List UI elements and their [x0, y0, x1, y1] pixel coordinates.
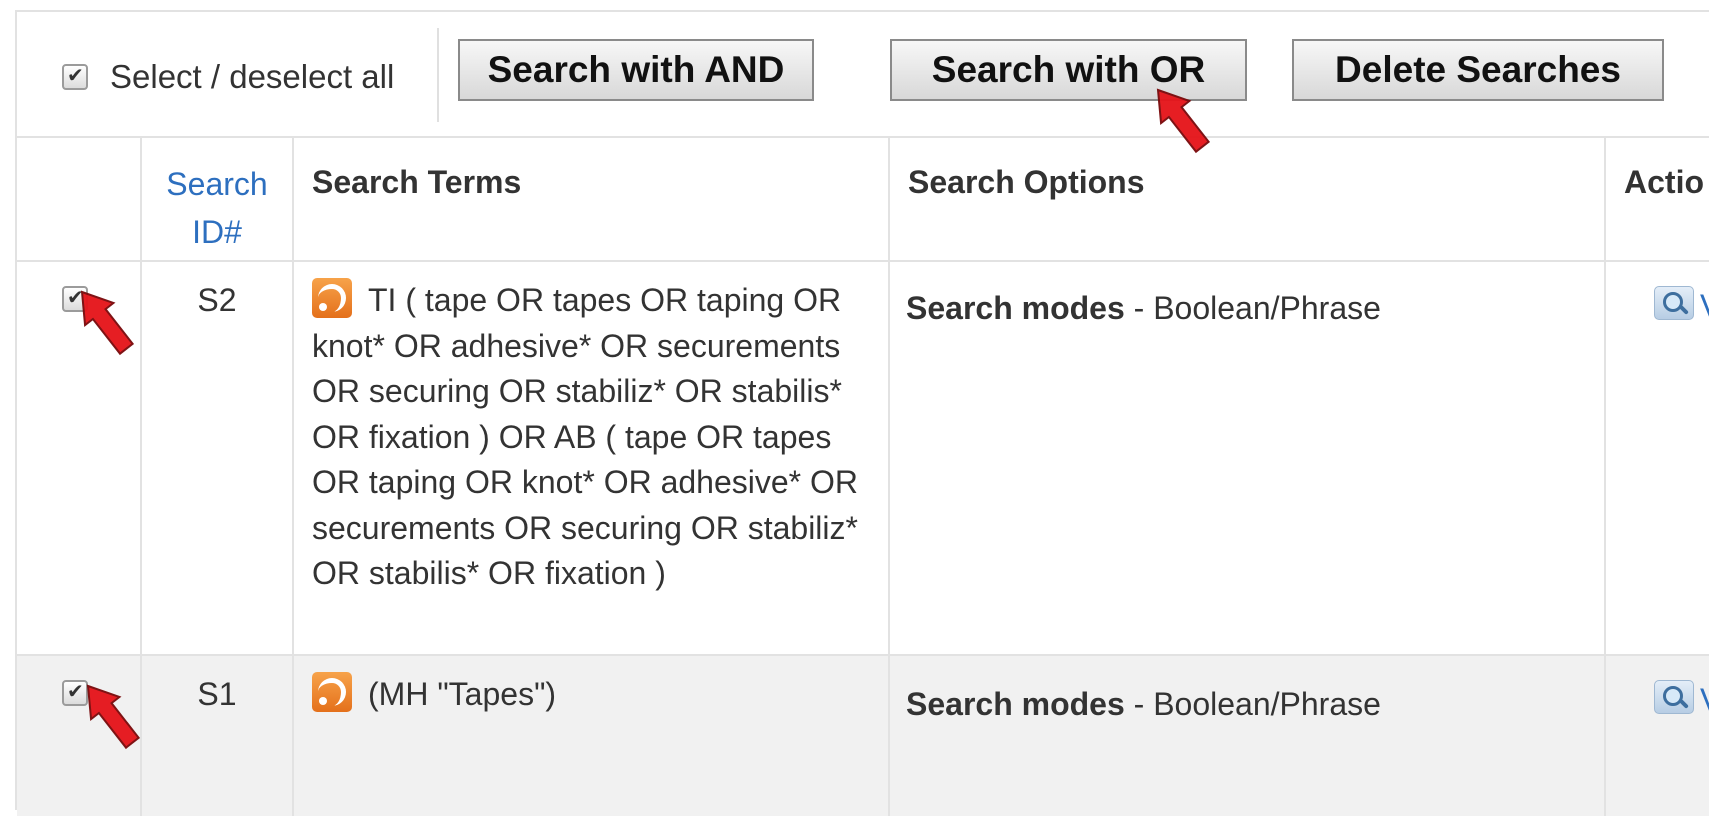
select-all-label[interactable]: Select / deselect all	[110, 58, 394, 96]
row-id-cell: S2	[142, 262, 294, 654]
header-search-options: Search Options	[890, 138, 1606, 262]
header-actions: Actio	[1606, 138, 1709, 262]
magnifier-icon[interactable]	[1654, 286, 1694, 320]
row-terms-cell: (MH "Tapes")	[294, 656, 890, 816]
search-terms-heading: Search Terms	[312, 164, 522, 200]
select-all-checkbox[interactable]	[62, 63, 88, 90]
search-history-toolbar: Select / deselect all Search with AND Se…	[17, 12, 1709, 138]
search-id-sort-link[interactable]: Search ID#	[142, 138, 292, 256]
rss-icon[interactable]	[312, 672, 352, 712]
search-options-heading: Search Options	[908, 164, 1145, 200]
row-terms-text: TI ( tape OR tapes OR taping OR knot* OR…	[312, 282, 859, 591]
row-terms-cell: TI ( tape OR tapes OR taping OR knot* OR…	[294, 262, 890, 654]
search-id-label-line2[interactable]: ID#	[192, 214, 242, 250]
actions-heading: Actio	[1624, 164, 1704, 200]
row-options-cell: Search modes - Boolean/Phrase	[890, 262, 1606, 654]
toolbar-divider	[437, 28, 439, 122]
row-options-cell: Search modes - Boolean/Phrase	[890, 656, 1606, 816]
header-search-terms: Search Terms	[294, 138, 890, 262]
search-modes-value: - Boolean/Phrase	[1124, 290, 1381, 326]
table-row: S1 (MH "Tapes") Search modes - Boolean/P…	[17, 656, 1709, 816]
search-modes-value: - Boolean/Phrase	[1124, 686, 1381, 722]
search-with-and-button[interactable]: Search with AND	[458, 39, 814, 101]
red-arrow-pointer-icon	[1156, 88, 1211, 154]
table-row: S2 TI ( tape OR tapes OR taping OR knot*…	[17, 262, 1709, 656]
rss-icon[interactable]	[312, 278, 352, 318]
select-all-control[interactable]: Select / deselect all	[62, 58, 394, 96]
red-arrow-pointer-icon	[86, 684, 141, 750]
delete-searches-button[interactable]: Delete Searches	[1292, 39, 1664, 101]
row-search-id: S2	[197, 282, 237, 318]
red-arrow-pointer-icon	[80, 290, 135, 356]
search-modes-label: Search modes	[906, 290, 1125, 326]
row-terms-text: (MH "Tapes")	[368, 676, 557, 712]
row-actions-cell: V	[1606, 656, 1709, 816]
row-checkbox[interactable]	[62, 679, 88, 706]
search-id-label-line1[interactable]: Search	[166, 166, 267, 202]
view-results-link[interactable]: V	[1700, 288, 1709, 325]
header-checkbox-column	[17, 138, 142, 262]
header-search-id[interactable]: Search ID#	[142, 138, 294, 262]
row-terms: TI ( tape OR tapes OR taping OR knot* OR…	[312, 278, 872, 597]
row-options: Search modes - Boolean/Phrase	[906, 290, 1381, 327]
row-terms: (MH "Tapes")	[312, 672, 872, 718]
search-history-panel: Select / deselect all Search with AND Se…	[15, 10, 1709, 816]
search-modes-label: Search modes	[906, 686, 1125, 722]
row-actions-cell: V	[1606, 262, 1709, 654]
view-results-link[interactable]: V	[1700, 682, 1709, 719]
row-options: Search modes - Boolean/Phrase	[906, 686, 1381, 723]
magnifier-icon[interactable]	[1654, 680, 1694, 714]
